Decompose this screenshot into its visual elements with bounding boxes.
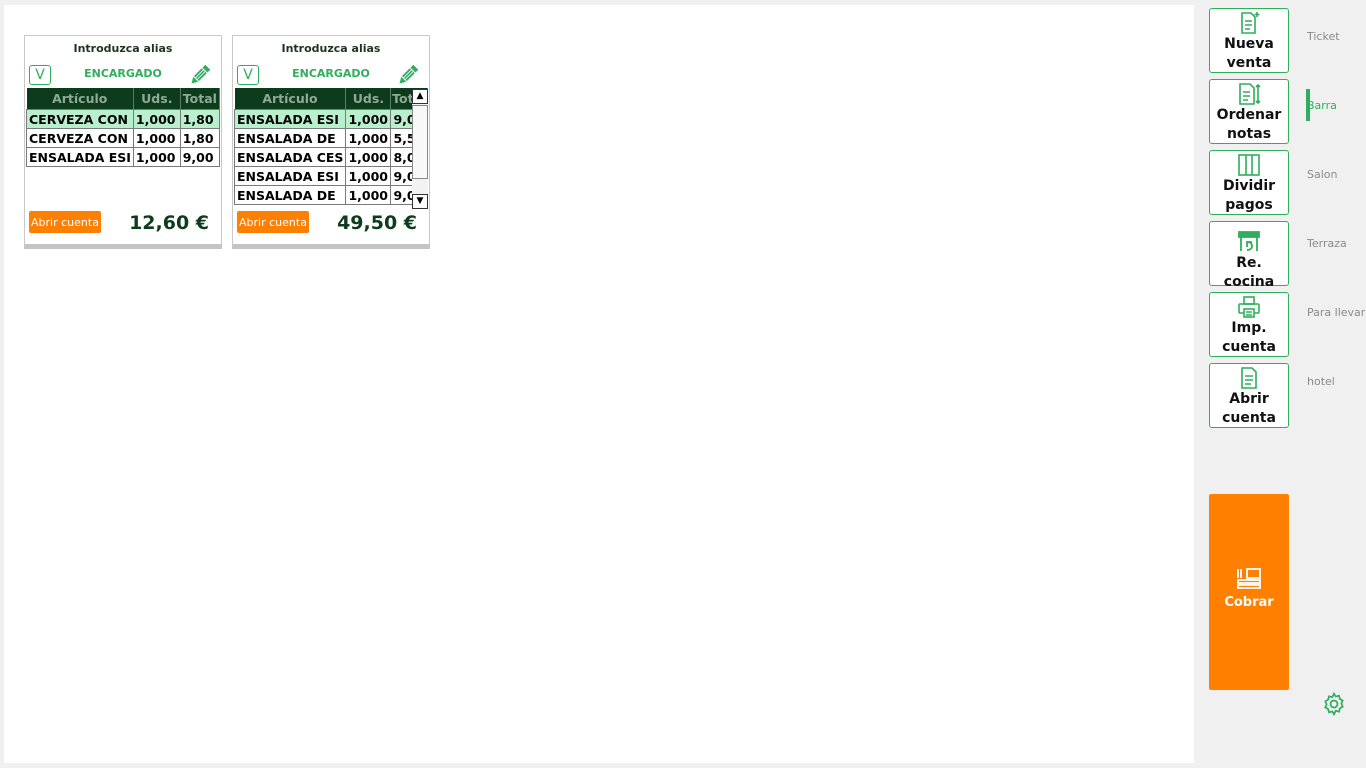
lines-table-container: Artículo Uds. Total ENSALADA ESI 1,000 9… — [234, 88, 428, 209]
ticket-card[interactable]: Introduzca alias V ENCARGADO Artículo Ud… — [24, 35, 222, 249]
cell-articulo: ENSALADA CES — [234, 147, 347, 167]
scrollbar-thumb[interactable] — [412, 105, 428, 179]
cell-uds: 1,000 — [345, 166, 392, 186]
table-row[interactable]: ENSALADA DE 1,000 5,50 — [234, 128, 428, 148]
ticket-total: 12,60 € — [129, 212, 209, 234]
column-header-articulo: Artículo — [26, 88, 134, 110]
cell-articulo: CERVEZA CON — [26, 128, 134, 148]
abrir-cuenta-button[interactable]: Abrir cuenta — [237, 211, 309, 233]
zone-salon[interactable]: Salon — [1307, 168, 1337, 181]
column-header-total: Total — [180, 88, 220, 110]
ordenar-notas-button[interactable]: Ordenar notas — [1209, 79, 1289, 144]
printer-icon — [1238, 296, 1260, 318]
ticket-total: 49,50 € — [337, 212, 417, 234]
table-row[interactable]: ENSALADA ESI 1,000 9,00 — [234, 166, 428, 186]
cell-total: 1,80 — [179, 109, 220, 129]
cobrar-label: Cobrar — [1224, 595, 1274, 610]
ticket-card[interactable]: Introduzca alias V ENCARGADO Artículo Ud… — [232, 35, 430, 249]
column-header-uds: Uds. — [345, 88, 392, 110]
table-row[interactable]: CERVEZA CON 1,000 1,80 — [26, 109, 220, 129]
cell-uds: 1,000 — [345, 185, 392, 205]
abrir-cuenta-side-button[interactable]: Abrir cuenta — [1209, 363, 1289, 428]
cell-articulo: ENSALADA DE — [234, 128, 347, 148]
cell-articulo: ENSALADA DE — [234, 185, 347, 205]
lines-table: Artículo Uds. Total ENSALADA ESI 1,000 9… — [234, 88, 428, 205]
zone-barra[interactable]: Barra — [1307, 99, 1337, 112]
column-header-uds: Uds. — [133, 88, 181, 110]
pencil-icon[interactable] — [395, 62, 421, 88]
re-cocina-label: Re. cocina — [1223, 255, 1275, 290]
cell-uds: 1,000 — [132, 128, 181, 148]
table-row[interactable]: ENSALADA ESI 1,000 9,00 — [234, 109, 428, 129]
arrow-down-icon[interactable]: ▼ — [412, 194, 428, 209]
split-columns-icon — [1238, 154, 1260, 176]
cell-articulo: ENSALADA ESI — [26, 147, 134, 167]
alias-label[interactable]: Introduzca alias — [25, 42, 221, 55]
lines-scrollbar[interactable]: ▲ ▼ — [412, 89, 428, 209]
table-row[interactable]: ENSALADA CES 1,000 8,00 — [234, 147, 428, 167]
abrir-cuenta-side-label: Abrir cuenta — [1222, 391, 1276, 426]
table-row[interactable]: ENSALADA ESI 1,000 9,00 — [26, 147, 220, 167]
kitchen-resend-icon — [1238, 231, 1260, 251]
nueva-venta-button[interactable]: Nueva venta — [1209, 8, 1289, 73]
alias-label[interactable]: Introduzca alias — [233, 42, 429, 55]
re-cocina-button[interactable]: Re. cocina — [1209, 221, 1289, 290]
nueva-venta-label: Nueva venta — [1224, 36, 1274, 71]
cell-uds: 1,000 — [132, 147, 181, 167]
cell-uds: 1,000 — [345, 109, 392, 129]
abrir-cuenta-button[interactable]: Abrir cuenta — [29, 211, 101, 233]
dividir-pagos-button[interactable]: Dividir pagos — [1209, 150, 1289, 215]
zone-para-llevar[interactable]: Para llevar — [1307, 306, 1365, 319]
table-row[interactable]: CERVEZA CON 1,000 1,80 — [26, 128, 220, 148]
cell-uds: 1,000 — [132, 109, 181, 129]
lines-table: Artículo Uds. Total CERVEZA CON 1,000 1,… — [26, 88, 220, 167]
lines-table-container: Artículo Uds. Total CERVEZA CON 1,000 1,… — [26, 88, 220, 209]
cell-uds: 1,000 — [345, 147, 392, 167]
pencil-icon[interactable] — [187, 62, 213, 88]
column-header-articulo: Artículo — [234, 88, 347, 110]
sort-document-icon — [1239, 83, 1261, 105]
cell-uds: 1,000 — [345, 128, 392, 148]
zone-hotel[interactable]: hotel — [1307, 375, 1335, 388]
document-icon — [1241, 367, 1257, 389]
zone-terraza[interactable]: Terraza — [1307, 237, 1347, 250]
cell-articulo: ENSALADA ESI — [234, 166, 347, 186]
cell-total: 9,00 — [179, 147, 220, 167]
gear-icon[interactable] — [1321, 691, 1347, 717]
new-document-icon — [1241, 12, 1260, 34]
ordenar-notas-label: Ordenar notas — [1216, 107, 1282, 142]
cell-articulo: ENSALADA ESI — [234, 109, 347, 129]
table-row[interactable]: ENSALADA DE 1,000 9,00 — [234, 185, 428, 205]
dividir-pagos-label: Dividir pagos — [1222, 178, 1276, 213]
cash-register-icon — [1237, 568, 1261, 589]
tickets-area: Introduzca alias V ENCARGADO Artículo Ud… — [4, 5, 1194, 763]
cobrar-button[interactable]: Cobrar — [1209, 494, 1289, 690]
cell-total: 1,80 — [179, 128, 220, 148]
cell-articulo: CERVEZA CON — [26, 109, 134, 129]
arrow-up-icon[interactable]: ▲ — [412, 89, 428, 104]
imp-cuenta-label: Imp. cuenta — [1222, 320, 1276, 355]
zone-ticket[interactable]: Ticket — [1307, 30, 1340, 43]
imp-cuenta-button[interactable]: Imp. cuenta — [1209, 292, 1289, 357]
